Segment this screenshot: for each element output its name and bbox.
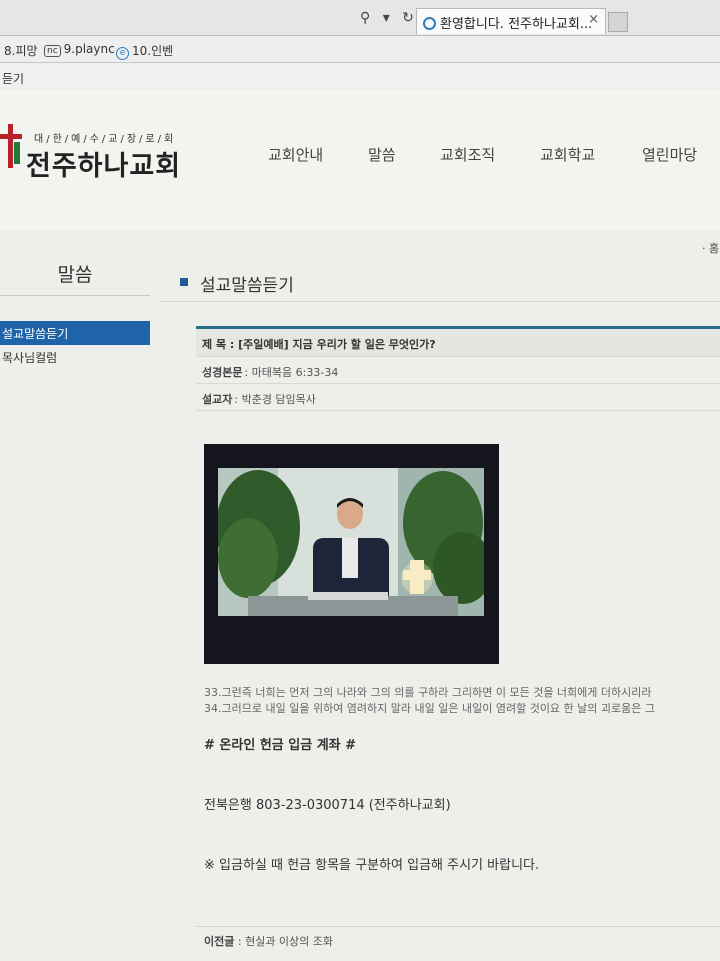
browser-tab[interactable]: 환영합니다. 전주하나교회... ×: [416, 8, 606, 34]
sermon-title-row: 제 목 : [주일예배] 지금 우리가 할 일은 무엇인가?: [196, 329, 720, 357]
breadcrumb-home[interactable]: · 홈: [702, 240, 719, 256]
command-bar: 듣기: [0, 64, 720, 88]
nav-item-open-board[interactable]: 열린마당: [642, 144, 697, 165]
nav-item-sermon[interactable]: 말씀: [368, 144, 396, 165]
square-bullet-icon: [180, 278, 188, 286]
prev-post-title[interactable]: : 현실과 이상의 조화: [238, 935, 333, 948]
video-frame-image[interactable]: [218, 468, 484, 616]
favorites-bar: 8.피망 nc 9.plaync e 10.인벤: [0, 37, 720, 63]
ie-fav-icon: e: [116, 47, 129, 60]
page-title: 설교말씀듣기: [200, 276, 294, 296]
page-title-bar: 설교말씀듣기: [160, 262, 720, 302]
sermon-preacher-row: 설교자: 박춘경 담임목사: [196, 384, 720, 411]
logo-subtitle: 대/한/예/수/교/장/로/회: [34, 134, 177, 145]
verse-34: 34.그러므로 내일 일을 위하여 염려하지 말라 내일 일은 내일이 염려할 …: [204, 702, 656, 715]
site-header: 대/한/예/수/교/장/로/회 전주하나교회 교회안내 말씀 교회조직 교회학교…: [0, 90, 720, 230]
tab-title: 환영합니다. 전주하나교회...: [440, 17, 593, 32]
sidebar-item-sermon-listen[interactable]: 설교말씀듣기: [0, 321, 150, 345]
new-tab-button[interactable]: [608, 12, 628, 32]
offering-note: ※ 입금하실 때 헌금 항목을 구분하여 입금해 주시기 바랍니다.: [204, 858, 540, 873]
ie-icon: [423, 17, 436, 30]
tab-close-icon[interactable]: ×: [588, 12, 599, 27]
nc-icon: nc: [44, 45, 61, 57]
prev-post-row[interactable]: 이전글 : 현실과 이상의 조화: [196, 926, 720, 952]
scripture-label: 성경본문: [202, 366, 243, 379]
nav-item-organization[interactable]: 교회조직: [440, 144, 495, 165]
browser-tab-bar: ⚲ ▾ ↻ 환영합니다. 전주하나교회... ×: [0, 0, 720, 36]
command-bar-text: 듣기: [2, 72, 25, 86]
offering-account: 전북은행 803-23-0300714 (전주하나교회): [204, 798, 451, 813]
sermon-info: 제 목 : [주일예배] 지금 우리가 할 일은 무엇인가? 성경본문: 마태복…: [196, 326, 720, 411]
favorite-link[interactable]: e 10.인벤: [116, 42, 173, 60]
favorite-link[interactable]: 8.피망: [4, 42, 38, 59]
sermon-title-label: 제 목 :: [202, 338, 235, 351]
sermon-video-scene: [218, 468, 484, 616]
verse-33: 33.그런즉 너희는 먼저 그의 나라와 그의 의를 구하라 그리하면 이 모든…: [204, 686, 652, 699]
video-player[interactable]: [204, 444, 499, 664]
preacher-value: : 박춘경 담임목사: [234, 393, 316, 406]
favorite-link[interactable]: nc 9.plaync: [44, 42, 115, 57]
church-logo-icon[interactable]: [0, 124, 22, 168]
sidebar-menu: 설교말씀듣기 목사님컬럼: [0, 321, 150, 369]
prev-post-label: 이전글: [204, 935, 235, 948]
sermon-scripture-row: 성경본문: 마태복음 6:33-34: [196, 357, 720, 384]
scripture-value: : 마태복음 6:33-34: [244, 366, 339, 379]
offering-heading: # 온라인 헌금 입금 계좌 #: [204, 738, 357, 753]
nav-item-church-info[interactable]: 교회안내: [268, 144, 323, 165]
sermon-title: [주일예배] 지금 우리가 할 일은 무엇인가?: [238, 338, 436, 351]
nav-item-church-school[interactable]: 교회학교: [540, 144, 595, 165]
sidebar-title: 말씀: [0, 236, 150, 296]
sidebar-item-pastor-column[interactable]: 목사님컬럼: [0, 345, 150, 369]
preacher-label: 설교자: [202, 393, 233, 406]
address-bar-tools[interactable]: ⚲ ▾ ↻: [360, 10, 418, 26]
logo-name[interactable]: 전주하나교회: [26, 144, 181, 183]
